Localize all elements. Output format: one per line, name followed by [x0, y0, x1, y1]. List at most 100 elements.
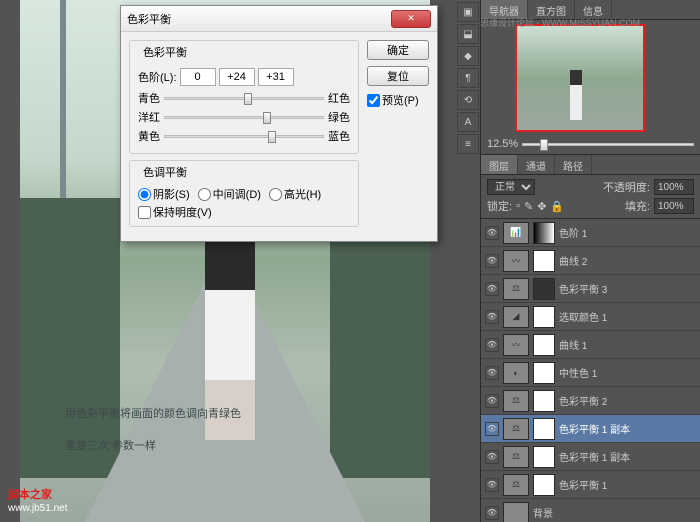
lock-icon[interactable]: ▫: [516, 200, 520, 212]
layer-row[interactable]: 👁 📊 色阶 1: [481, 219, 700, 247]
color-slider-2[interactable]: [164, 135, 324, 138]
color-slider-0[interactable]: [164, 97, 324, 100]
layer-row[interactable]: 👁 ⚖ 色彩平衡 3: [481, 275, 700, 303]
watermark-2: 思缘设计论坛 - WWW.MISSYUAN.COM: [480, 16, 640, 29]
visibility-icon[interactable]: 👁: [485, 254, 499, 268]
zoom-slider[interactable]: [522, 143, 694, 146]
layer-mask[interactable]: [533, 446, 555, 468]
visibility-icon[interactable]: 👁: [485, 282, 499, 296]
lock-icon[interactable]: 🔒: [550, 200, 564, 213]
shadows-radio[interactable]: 阴影(S): [138, 186, 190, 202]
tab-layers[interactable]: 图层: [481, 155, 518, 174]
layer-thumb[interactable]: ⚖: [503, 278, 529, 300]
level-input-0[interactable]: [180, 68, 216, 86]
preview-checkbox[interactable]: 预览(P): [367, 92, 429, 108]
watermark-url: www.jb51.net: [8, 503, 67, 514]
tool-icon[interactable]: ≡: [457, 134, 479, 154]
tab-paths[interactable]: 路径: [555, 155, 592, 174]
visibility-icon[interactable]: 👁: [485, 226, 499, 240]
layer-mask[interactable]: [533, 474, 555, 496]
layer-mask[interactable]: [533, 362, 555, 384]
layer-name[interactable]: 色彩平衡 1: [559, 477, 696, 492]
highlights-radio[interactable]: 高光(H): [269, 186, 321, 202]
layer-row[interactable]: 👁 背景: [481, 499, 700, 522]
visibility-icon[interactable]: 👁: [485, 450, 499, 464]
dialog-title: 色彩平衡: [127, 11, 391, 27]
layer-thumb[interactable]: ⚖: [503, 418, 529, 440]
lock-icon[interactable]: ✎: [524, 200, 533, 213]
tab-channels[interactable]: 通道: [518, 155, 555, 174]
layer-thumb[interactable]: ⚖: [503, 446, 529, 468]
layer-row[interactable]: 👁 ◢ 选取颜色 1: [481, 303, 700, 331]
layer-mask[interactable]: [533, 278, 555, 300]
tool-icon[interactable]: ⟲: [457, 90, 479, 110]
watermark: 脚本之家 www.jb51.net: [8, 482, 67, 514]
tone-balance-group: 色调平衡 阴影(S) 中间调(D) 高光(H) 保持明度(V): [129, 160, 359, 227]
layer-thumb[interactable]: [503, 502, 529, 522]
visibility-icon[interactable]: 👁: [485, 366, 499, 380]
layer-row[interactable]: 👁 ⚖ 色彩平衡 1 副本: [481, 443, 700, 471]
layer-mask[interactable]: [533, 306, 555, 328]
layer-row[interactable]: 👁 〰 曲线 1: [481, 331, 700, 359]
layer-name[interactable]: 色彩平衡 1 副本: [559, 421, 696, 436]
layer-name[interactable]: 曲线 1: [559, 337, 696, 352]
visibility-icon[interactable]: 👁: [485, 422, 499, 436]
layer-mask[interactable]: [533, 418, 555, 440]
tool-icon[interactable]: ¶: [457, 68, 479, 88]
midtones-radio[interactable]: 中间调(D): [198, 186, 261, 202]
visibility-icon[interactable]: 👁: [485, 338, 499, 352]
ok-button[interactable]: 确定: [367, 40, 429, 60]
layer-name[interactable]: 色彩平衡 3: [559, 281, 696, 296]
visibility-icon[interactable]: 👁: [485, 310, 499, 324]
layer-name[interactable]: 色阶 1: [559, 225, 696, 240]
layer-name[interactable]: 色彩平衡 2: [559, 393, 696, 408]
dialog-titlebar[interactable]: 色彩平衡 ✕: [121, 6, 437, 32]
color-slider-1[interactable]: [164, 116, 324, 119]
zoom-value[interactable]: 12.5%: [487, 138, 518, 150]
opacity-input[interactable]: [654, 179, 694, 195]
layer-thumb[interactable]: ◐: [503, 362, 529, 384]
level-input-2[interactable]: [258, 68, 294, 86]
layer-row[interactable]: 👁 ⚖ 色彩平衡 2: [481, 387, 700, 415]
layer-mask[interactable]: [533, 390, 555, 412]
layer-name[interactable]: 中性色 1: [559, 365, 696, 380]
group-title-2: 色调平衡: [140, 164, 190, 180]
layer-name[interactable]: 选取颜色 1: [559, 309, 696, 324]
layer-thumb[interactable]: ◢: [503, 306, 529, 328]
fill-input[interactable]: [654, 198, 694, 214]
layer-mask[interactable]: [533, 334, 555, 356]
layer-mask[interactable]: [533, 222, 555, 244]
slider-label-right: 红色: [328, 90, 350, 106]
visibility-icon[interactable]: 👁: [485, 506, 499, 520]
layer-row[interactable]: 👁 〰 曲线 2: [481, 247, 700, 275]
layer-thumb[interactable]: 〰: [503, 334, 529, 356]
layer-row[interactable]: 👁 ⚖ 色彩平衡 1 副本: [481, 415, 700, 443]
visibility-icon[interactable]: 👁: [485, 394, 499, 408]
slider-label-left: 黄色: [138, 128, 160, 144]
level-input-1[interactable]: [219, 68, 255, 86]
tool-icon[interactable]: ▣: [457, 2, 479, 22]
layer-thumb[interactable]: ⚖: [503, 390, 529, 412]
layer-name[interactable]: 曲线 2: [559, 253, 696, 268]
layer-row[interactable]: 👁 ◐ 中性色 1: [481, 359, 700, 387]
lock-icon[interactable]: ✥: [537, 200, 546, 213]
reset-button[interactable]: 复位: [367, 66, 429, 86]
layer-name[interactable]: 色彩平衡 1 副本: [559, 449, 696, 464]
layer-thumb[interactable]: 📊: [503, 222, 529, 244]
tool-icon[interactable]: ◆: [457, 46, 479, 66]
layer-name[interactable]: 背景: [533, 505, 696, 520]
navigator-thumbnail[interactable]: [515, 24, 645, 132]
tool-icon[interactable]: ⬓: [457, 24, 479, 44]
blend-mode-select[interactable]: 正常: [487, 179, 535, 195]
toolstrip: ▣ ⬓ ◆ ¶ ⟲ A ≡: [455, 0, 481, 522]
visibility-icon[interactable]: 👁: [485, 478, 499, 492]
tool-icon[interactable]: A: [457, 112, 479, 132]
layer-row[interactable]: 👁 ⚖ 色彩平衡 1: [481, 471, 700, 499]
tutorial-caption: 用色彩平衡将画面的颜色调向青绿色 重复三次 参数一样: [65, 398, 241, 462]
close-icon[interactable]: ✕: [391, 10, 431, 28]
layers-panel: 图层 通道 路径 正常 不透明度: 锁定: ▫ ✎ ✥ 🔒: [481, 155, 700, 522]
layer-mask[interactable]: [533, 250, 555, 272]
layer-thumb[interactable]: 〰: [503, 250, 529, 272]
preserve-luminosity-checkbox[interactable]: 保持明度(V): [138, 204, 350, 220]
layer-thumb[interactable]: ⚖: [503, 474, 529, 496]
